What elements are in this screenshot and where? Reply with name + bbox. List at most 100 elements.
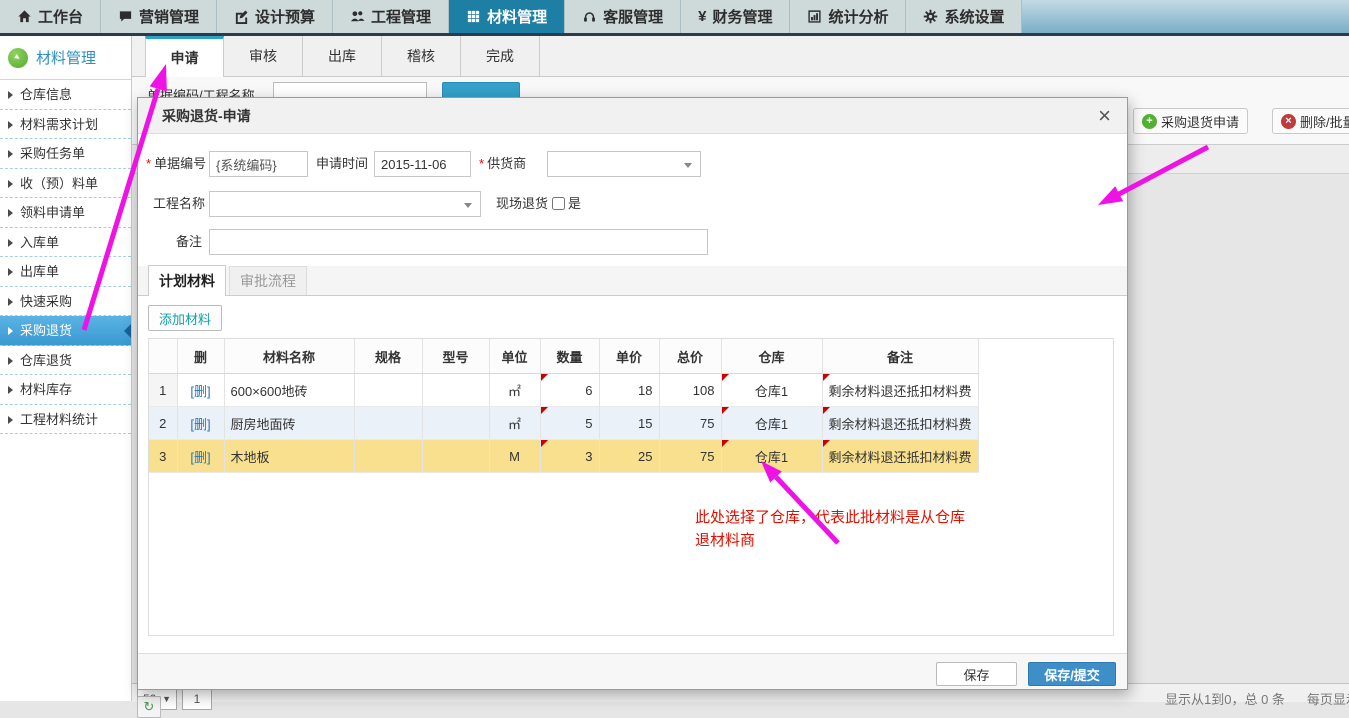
remark-cell[interactable]: 剩余材料退还抵扣材料费 bbox=[822, 407, 978, 440]
sidebar-item-purchase-return[interactable]: 采购退货 bbox=[0, 316, 131, 346]
sidebar-item-material-stock[interactable]: 材料库存 bbox=[0, 375, 131, 405]
tab-label: 审批流程 bbox=[240, 271, 296, 291]
save-button[interactable]: 保存 bbox=[936, 662, 1017, 686]
sidebar-item-project-material-stats[interactable]: 工程材料统计 bbox=[0, 405, 131, 435]
yen-icon: ¥ bbox=[698, 8, 706, 25]
tab-apply[interactable]: 申请 bbox=[145, 36, 224, 77]
module-arrow-icon: ▸ bbox=[8, 48, 28, 68]
chat-icon bbox=[118, 9, 133, 24]
sidebar-item-label: 材料需求计划 bbox=[20, 117, 98, 132]
nav-item-marketing[interactable]: 营销管理 bbox=[101, 0, 217, 33]
sidebar-item-quick-purchase[interactable]: 快速采购 bbox=[0, 287, 131, 317]
close-icon[interactable]: × bbox=[1098, 105, 1111, 127]
delete-batch-button[interactable]: × 删除/批量 bbox=[1272, 108, 1349, 134]
qty-cell[interactable]: 6 bbox=[540, 374, 599, 407]
edit-icon bbox=[234, 9, 249, 24]
doc-no-label: *单据编号 bbox=[146, 151, 206, 177]
sidebar-item-material-demand-plan[interactable]: 材料需求计划 bbox=[0, 110, 131, 140]
nav-item-settings[interactable]: 系统设置 bbox=[906, 0, 1022, 33]
total-cell: 75 bbox=[659, 407, 721, 440]
delete-batch-label: 删除/批量 bbox=[1300, 112, 1349, 131]
col-remark: 备注 bbox=[822, 339, 978, 374]
remark-input[interactable] bbox=[209, 229, 708, 255]
tab-outbound[interactable]: 出库 bbox=[303, 36, 382, 76]
supplier-select[interactable] bbox=[547, 151, 701, 177]
sidebar-item-outbound-order[interactable]: 出库单 bbox=[0, 257, 131, 287]
tab-label: 出库 bbox=[328, 46, 356, 66]
sidebar-item-label: 收（预）料单 bbox=[20, 176, 98, 191]
sidebar-item-label: 采购退货 bbox=[20, 323, 72, 338]
sidebar-item-label: 出库单 bbox=[20, 264, 59, 279]
apply-date-input[interactable] bbox=[374, 151, 471, 177]
delete-row-link[interactable]: [删] bbox=[190, 417, 210, 432]
table-row-selected: 3 [删] 木地板 M 3 25 75 仓库1 剩余材料退还抵扣材料费 bbox=[149, 440, 978, 473]
nav-item-workbench[interactable]: 工作台 bbox=[0, 0, 101, 33]
nav-item-engineering[interactable]: 工程管理 bbox=[333, 0, 449, 33]
nav-item-statistics[interactable]: 统计分析 bbox=[790, 0, 906, 33]
edited-corner-mark bbox=[541, 440, 548, 447]
remark-label: 备注 bbox=[176, 229, 202, 255]
onsite-return-checkbox[interactable] bbox=[552, 197, 565, 210]
dialog-tabstrip: 计划材料 审批流程 bbox=[138, 266, 1127, 296]
edited-corner-mark bbox=[722, 374, 729, 381]
dialog-header: 采购退货-申请 × bbox=[138, 98, 1127, 134]
sidebar-title: 材料管理 bbox=[36, 47, 96, 68]
required-mark: * bbox=[146, 156, 151, 171]
qty-cell[interactable]: 5 bbox=[540, 407, 599, 440]
col-model: 型号 bbox=[422, 339, 489, 374]
edited-corner-mark bbox=[823, 440, 830, 447]
sidebar-header: ▸ 材料管理 bbox=[0, 36, 131, 80]
plus-circle-icon: + bbox=[1142, 114, 1157, 129]
edited-corner-mark bbox=[541, 374, 548, 381]
remark-cell[interactable]: 剩余材料退还抵扣材料费 bbox=[822, 440, 978, 473]
remark-cell[interactable]: 剩余材料退还抵扣材料费 bbox=[822, 374, 978, 407]
tab-audit[interactable]: 稽核 bbox=[382, 36, 461, 76]
tab-plan-materials[interactable]: 计划材料 bbox=[148, 265, 226, 296]
model-cell bbox=[422, 374, 489, 407]
nav-item-materials[interactable]: 材料管理 bbox=[449, 0, 565, 33]
warehouse-cell[interactable]: 仓库1 bbox=[721, 374, 822, 407]
current-page-input[interactable]: 1 bbox=[182, 688, 212, 710]
warehouse-cell[interactable]: 仓库1 bbox=[721, 407, 822, 440]
delete-row-link[interactable]: [删] bbox=[190, 384, 210, 399]
spec-cell bbox=[354, 440, 422, 473]
chart-icon bbox=[807, 9, 822, 24]
nav-item-finance[interactable]: ¥ 财务管理 bbox=[681, 0, 790, 33]
tab-approval-flow[interactable]: 审批流程 bbox=[229, 266, 307, 295]
sidebar-item-purchase-task[interactable]: 采购任务单 bbox=[0, 139, 131, 169]
tab-review[interactable]: 审核 bbox=[224, 36, 303, 76]
sidebar-item-warehouse-info[interactable]: 仓库信息 bbox=[0, 80, 131, 110]
new-purchase-return-button[interactable]: + 采购退货申请 bbox=[1133, 108, 1248, 134]
warehouse-cell[interactable]: 仓库1 bbox=[721, 440, 822, 473]
edited-corner-mark bbox=[823, 407, 830, 414]
spec-cell bbox=[354, 407, 422, 440]
add-material-button[interactable]: 添加材料 bbox=[148, 305, 222, 331]
unit-cell: ㎡ bbox=[489, 407, 540, 440]
materials-table-container: 删 材料名称 规格 型号 单位 数量 单价 总价 仓库 备注 1 [删] 600… bbox=[148, 338, 1114, 636]
pagination-per-page-text: 每页显示 bbox=[1307, 692, 1349, 707]
page-size-pager: 50▼ « ◀ 1 ▶ » ↻ bbox=[137, 688, 212, 710]
sidebar-item-inbound-order[interactable]: 入库单 bbox=[0, 228, 131, 258]
price-cell: 25 bbox=[599, 440, 659, 473]
doc-no-input[interactable] bbox=[209, 151, 308, 177]
qty-cell[interactable]: 3 bbox=[540, 440, 599, 473]
pagination-range-text: 显示从1到0，总 0 条 bbox=[1165, 692, 1285, 707]
sidebar-item-label: 仓库退货 bbox=[20, 353, 72, 368]
nav-item-customer-service[interactable]: 客服管理 bbox=[565, 0, 681, 33]
save-submit-button[interactable]: 保存/提交 bbox=[1028, 662, 1116, 686]
nav-item-design-budget[interactable]: 设计预算 bbox=[217, 0, 333, 33]
sidebar-item-receive-material[interactable]: 收（预）料单 bbox=[0, 169, 131, 199]
delete-row-link[interactable]: [删] bbox=[190, 450, 210, 465]
dialog-title: 采购退货-申请 bbox=[162, 106, 251, 126]
gear-icon bbox=[923, 9, 938, 24]
delete-cell: [删] bbox=[177, 374, 224, 407]
delete-cell: [删] bbox=[177, 407, 224, 440]
refresh-icon[interactable]: ↻ bbox=[137, 696, 161, 718]
sidebar-item-material-request[interactable]: 领料申请单 bbox=[0, 198, 131, 228]
home-icon bbox=[17, 9, 32, 24]
col-warehouse: 仓库 bbox=[721, 339, 822, 374]
tab-complete[interactable]: 完成 bbox=[461, 36, 540, 76]
project-name-select[interactable] bbox=[209, 191, 481, 217]
sidebar-item-warehouse-return[interactable]: 仓库退货 bbox=[0, 346, 131, 376]
annotation-line2: 退材料商 bbox=[695, 529, 965, 552]
